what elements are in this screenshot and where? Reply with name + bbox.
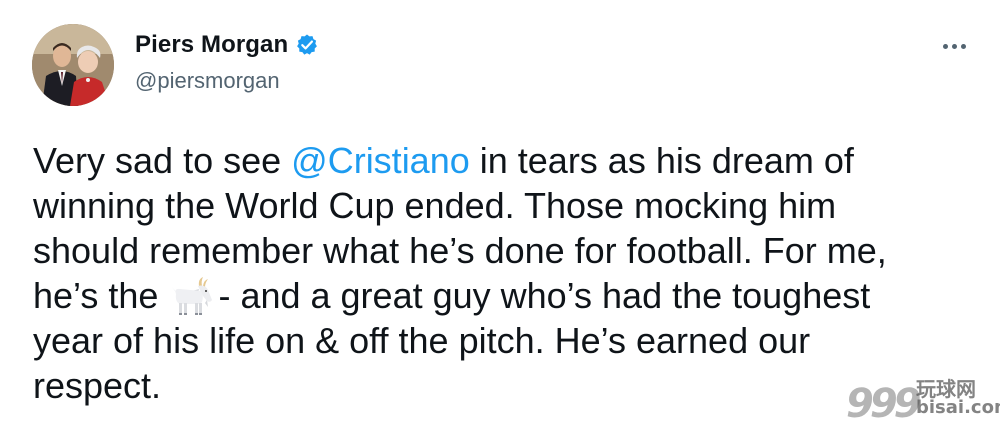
site-watermark: 999 玩球网 bisai.com [846,371,1000,427]
watermark-digits: 999 [846,381,921,427]
tweet-line-6: respect. [33,365,162,406]
text-fragment: Very sad to see [33,140,292,181]
avatar[interactable] [32,24,114,106]
author-name-row: Piers Morgan [135,30,319,60]
more-dot [952,44,957,49]
tweet-author: Piers Morgan @piersmorgan [135,30,319,94]
tweet-line-3: should remember what he’s done for footb… [33,230,887,271]
author-handle[interactable]: @piersmorgan [135,68,319,94]
more-dot [943,44,948,49]
tweet-text: Very sad to see @Cristiano in tears as h… [33,138,983,408]
tweet-line-5: year of his life on & off the pitch. He’… [33,320,811,361]
watermark-site: bisai.com [916,397,1000,418]
text-fragment: he’s the [33,275,169,316]
goat-emoji-icon [170,276,216,316]
tweet-line-1: Very sad to see @Cristiano in tears as h… [33,138,983,183]
tweet-line-4: he’s the - and a great guy who’s had the… [33,273,983,318]
text-fragment: - and a great guy who’s had the toughest [218,275,871,316]
verified-badge-icon [295,33,319,57]
tweet-card: Piers Morgan @piersmorgan Very sad to se… [0,0,1000,427]
more-options-icon[interactable] [939,38,970,55]
display-name[interactable]: Piers Morgan [135,31,288,59]
text-fragment: in tears as his dream of [469,140,854,181]
tweet-line-2: winning the World Cup ended. Those mocki… [33,185,837,226]
mention-link[interactable]: @Cristiano [291,140,470,181]
more-dot [961,44,966,49]
